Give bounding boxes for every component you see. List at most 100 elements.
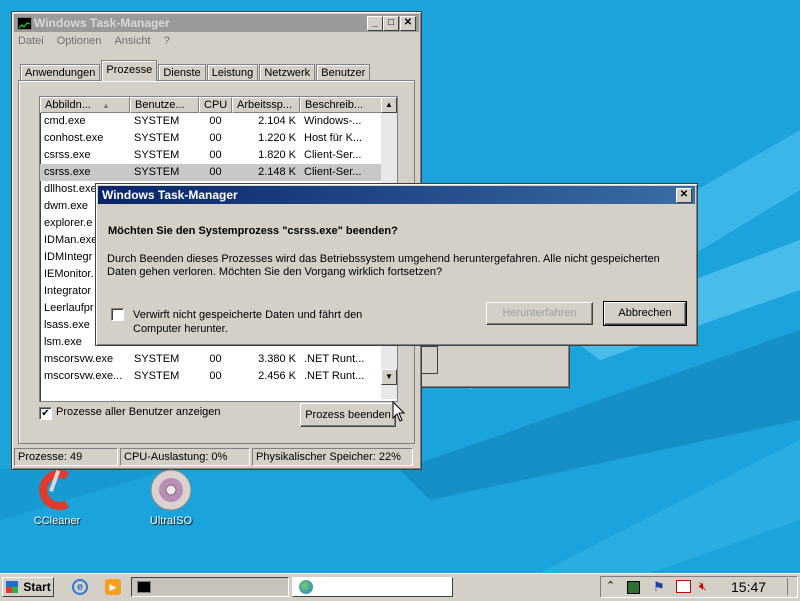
task-manager-title: Windows Task-Manager: [34, 16, 170, 30]
dialog-question: Möchten Sie den Systemprozess "csrss.exe…: [108, 225, 398, 237]
column-header-image-name[interactable]: Abbildn... ▲: [40, 97, 130, 113]
confirm-dialog: Windows Task-Manager ✕ Möchten Sie den S…: [95, 183, 698, 346]
cell-user: SYSTEM: [134, 149, 180, 161]
cell-description: .NET Runt...: [304, 370, 365, 382]
cell-description: Windows-...: [304, 115, 362, 127]
show-desktop-button[interactable]: [787, 578, 795, 595]
cell-cpu: 00: [209, 132, 222, 144]
background-window-button: [420, 346, 438, 374]
column-header-description[interactable]: Beschreib...: [300, 97, 382, 113]
process-list-header: Abbildn... ▲ Benutze... CPU Arbeitssp...…: [40, 97, 397, 113]
shutdown-confirm-label: Verwirft nicht gespeicherte Daten und fä…: [133, 309, 363, 335]
cell-memory: 3.380 K: [258, 353, 296, 365]
table-row[interactable]: mscorsvw.exe... SYSTEM 00 2.456 K .NET Runt.…: [40, 368, 397, 385]
start-label: Start: [23, 580, 51, 594]
tray-app-icon[interactable]: [627, 581, 640, 594]
taskbar-window-2[interactable]: [292, 577, 453, 597]
mouse-cursor-icon: [392, 401, 406, 422]
cell-description: Host für K...: [304, 132, 363, 144]
tray-expand-icon[interactable]: ⌃: [606, 579, 615, 592]
cell-description: Client-Ser...: [304, 166, 362, 178]
table-row[interactable]: csrss.exe SYSTEM 00 1.820 K Client-Ser...: [40, 147, 397, 164]
show-all-users-label: Prozesse aller Benutzer anzeigen: [56, 406, 221, 418]
tab-strip: Anwendungen Prozesse Dienste Leistung Ne…: [20, 60, 371, 82]
scroll-down-icon[interactable]: ▼: [381, 369, 397, 385]
desktop-icon-ccleaner-label: CCleaner: [33, 515, 81, 527]
table-row[interactable]: conhost.exe SYSTEM 00 1.220 K Host für K...: [40, 130, 397, 147]
desktop-icon-ultraiso-label: UltraISO: [149, 515, 193, 527]
volume-muted-icon[interactable]: 🔇︎: [699, 579, 707, 594]
menu-bar: Datei Optionen Ansicht ?: [14, 32, 419, 50]
end-process-button[interactable]: Prozess beenden: [300, 403, 396, 427]
network-icon[interactable]: [676, 580, 691, 593]
ultraiso-disc-icon: [150, 469, 192, 511]
show-all-users-checkbox[interactable]: ✔: [39, 407, 52, 420]
minimize-button[interactable]: _: [367, 16, 383, 31]
cell-image-name: mscorsvw.exe...: [44, 370, 123, 382]
taskbar-task-manager-icon: [137, 581, 151, 593]
cell-description: .NET Runt...: [304, 353, 365, 365]
system-tray: ⌃ ⚑ 🔇︎ 15:47: [600, 576, 798, 598]
status-memory: Physikalischer Speicher: 22%: [252, 448, 413, 466]
cell-cpu: 00: [209, 353, 222, 365]
cell-cpu: 00: [209, 115, 222, 127]
confirm-dialog-titlebar[interactable]: Windows Task-Manager ✕: [98, 186, 695, 204]
cell-image-name: mscorsvw.exe: [44, 353, 114, 365]
globe-icon: [299, 580, 313, 594]
table-row[interactable]: mscorsvw.exe SYSTEM 00 3.380 K .NET Runt...: [40, 351, 397, 368]
taskbar-task-manager[interactable]: [131, 577, 289, 597]
taskbar: Start e ▶ ⌃ ⚑ 🔇︎ 15:47: [0, 573, 800, 601]
cell-image-name: conhost.exe: [44, 132, 104, 144]
close-button[interactable]: ✕: [400, 16, 416, 31]
cancel-button[interactable]: Abbrechen: [603, 301, 687, 326]
action-center-flag-icon[interactable]: ⚑: [653, 579, 665, 595]
tray-clock[interactable]: 15:47: [731, 579, 766, 595]
tab-prozesse[interactable]: Prozesse: [101, 60, 158, 81]
internet-explorer-icon[interactable]: e: [72, 579, 88, 595]
column-header-memory[interactable]: Arbeitssp...: [232, 97, 300, 113]
cell-memory: 1.220 K: [258, 132, 296, 144]
cell-user: SYSTEM: [134, 115, 180, 127]
scroll-up-icon[interactable]: ▲: [381, 97, 397, 113]
cell-memory: 2.104 K: [258, 115, 296, 127]
table-row[interactable]: cmd.exe SYSTEM 00 2.104 K Windows-...: [40, 113, 397, 130]
cell-cpu: 00: [209, 149, 222, 161]
shutdown-confirm-checkbox[interactable]: [111, 308, 124, 321]
cell-memory: 2.456 K: [258, 370, 296, 382]
maximize-button[interactable]: □: [383, 16, 399, 31]
cell-image-name: csrss.exe: [44, 149, 91, 161]
menu-help[interactable]: ?: [164, 35, 170, 47]
desktop-icon-ultraiso[interactable]: UltraISO: [139, 468, 203, 527]
task-manager-titlebar[interactable]: Windows Task-Manager _ □ ✕: [14, 14, 419, 32]
cell-user: SYSTEM: [134, 132, 180, 144]
table-row[interactable]: csrss.exe SYSTEM 00 2.148 K Client-Ser...: [40, 164, 397, 181]
start-button[interactable]: Start: [2, 577, 54, 597]
cell-image-name: cmd.exe: [44, 115, 86, 127]
dialog-close-button[interactable]: ✕: [676, 188, 692, 203]
status-bar: Prozesse: 49 CPU-Auslastung: 0% Physikal…: [14, 448, 419, 466]
media-player-icon[interactable]: ▶: [105, 579, 121, 595]
confirm-dialog-title: Windows Task-Manager: [102, 188, 238, 202]
status-process-count: Prozesse: 49: [14, 448, 118, 466]
cell-cpu: 00: [209, 370, 222, 382]
menu-ansicht[interactable]: Ansicht: [114, 35, 150, 47]
cell-image-name: csrss.exe: [44, 166, 91, 178]
column-header-cpu[interactable]: CPU: [199, 97, 232, 113]
cell-user: SYSTEM: [134, 370, 180, 382]
menu-datei[interactable]: Datei: [18, 35, 44, 47]
status-cpu-usage: CPU-Auslastung: 0%: [120, 448, 250, 466]
shutdown-button: Herunterfahren: [486, 302, 593, 325]
cell-cpu: 00: [209, 166, 222, 178]
desktop-icon-ccleaner[interactable]: CCleaner: [25, 468, 89, 527]
cell-user: SYSTEM: [134, 353, 180, 365]
column-header-user[interactable]: Benutze...: [130, 97, 199, 113]
sort-ascending-icon: ▲: [101, 101, 110, 110]
dialog-body-text: Durch Beenden dieses Prozesses wird das …: [107, 253, 660, 278]
cell-user: SYSTEM: [134, 166, 180, 178]
menu-optionen[interactable]: Optionen: [57, 35, 102, 47]
cell-description: Client-Ser...: [304, 149, 362, 161]
cell-memory: 1.820 K: [258, 149, 296, 161]
ccleaner-icon: [39, 469, 69, 510]
cell-memory: 2.148 K: [258, 166, 296, 178]
task-manager-app-icon: [17, 17, 32, 30]
